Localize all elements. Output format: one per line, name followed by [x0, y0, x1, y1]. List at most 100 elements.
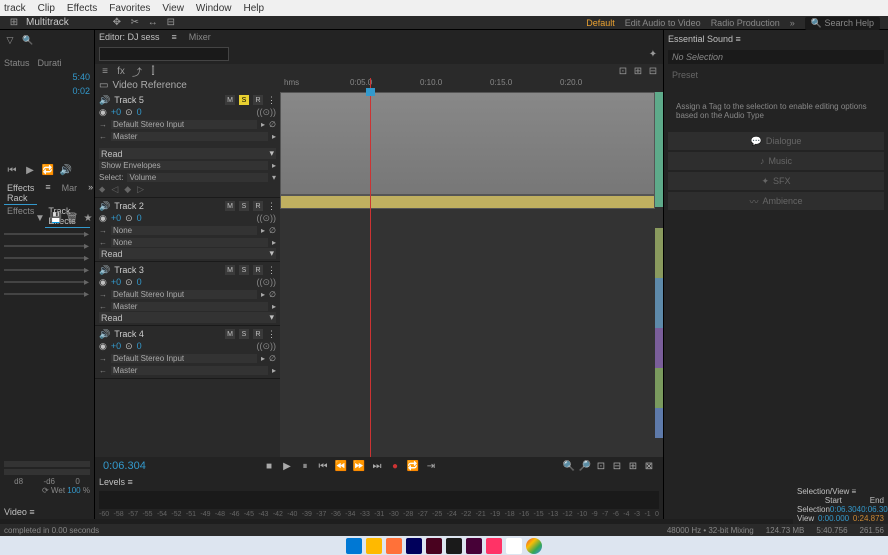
- time-tool-icon[interactable]: ⊟: [165, 17, 177, 29]
- track-color[interactable]: [655, 368, 663, 408]
- vol-knob-icon[interactable]: ◉: [99, 107, 107, 118]
- record-button[interactable]: R: [253, 201, 263, 211]
- pan-knob-icon[interactable]: ⊙: [125, 213, 133, 224]
- solo-button[interactable]: S: [239, 201, 249, 211]
- pause-button[interactable]: ⏸: [299, 460, 311, 472]
- play-icon[interactable]: ▶: [24, 164, 36, 176]
- record-button[interactable]: R: [253, 329, 263, 339]
- effect-slot[interactable]: [4, 281, 84, 283]
- vol-value[interactable]: +0: [111, 341, 121, 351]
- speaker-icon[interactable]: 🔊: [99, 265, 110, 276]
- ripple-icon[interactable]: ⊞: [632, 65, 644, 77]
- panel-title[interactable]: Essential Sound: [668, 34, 733, 44]
- speaker-icon[interactable]: 🔊: [99, 95, 110, 106]
- xd-icon[interactable]: [466, 538, 482, 554]
- track-menu-icon[interactable]: ⋮: [267, 265, 276, 276]
- fx-icon[interactable]: fx: [115, 65, 127, 77]
- pan-value[interactable]: 0: [137, 277, 142, 287]
- sfx-button[interactable]: ✦SFX: [668, 172, 884, 190]
- output-select[interactable]: Master: [111, 302, 268, 311]
- effect-slot[interactable]: [4, 233, 84, 235]
- input-select[interactable]: Default Stereo Input: [111, 120, 257, 129]
- playhead-handle[interactable]: [366, 88, 375, 96]
- effect-slot[interactable]: [4, 257, 84, 259]
- loop-icon[interactable]: 🔁: [42, 164, 54, 176]
- waveform-icon[interactable]: ⊞: [8, 17, 20, 29]
- menu-item[interactable]: Help: [244, 3, 265, 14]
- workspace-editav[interactable]: Edit Audio to Video: [625, 18, 701, 28]
- video-reference-track[interactable]: ▭ Video Reference: [95, 78, 280, 92]
- tab-menu-icon[interactable]: ≡: [45, 182, 50, 205]
- tab-menu-icon[interactable]: ≡: [172, 32, 177, 42]
- envelope-select[interactable]: Volume: [127, 173, 268, 182]
- solo-button[interactable]: S: [239, 329, 249, 339]
- workspace-default[interactable]: Default: [586, 18, 615, 28]
- wet-value[interactable]: 100: [67, 486, 80, 495]
- keyframe-icon[interactable]: ◆: [124, 184, 131, 195]
- zoom-fit-icon[interactable]: ⊡: [595, 460, 607, 472]
- track-name[interactable]: Track 2: [114, 201, 221, 211]
- skip-button[interactable]: ⇥: [425, 460, 437, 472]
- menu-item[interactable]: Clip: [38, 3, 55, 14]
- workspace-more[interactable]: »: [790, 18, 795, 28]
- start-button[interactable]: [346, 538, 362, 554]
- mute-button[interactable]: M: [225, 329, 235, 339]
- output-slider[interactable]: [4, 469, 90, 475]
- input-select[interactable]: None: [111, 226, 257, 235]
- solo-button[interactable]: S: [239, 265, 249, 275]
- track-header[interactable]: 🔊Track 3MSR⋮ ◉+0⊙0((⊙)) →Default Stereo …: [95, 262, 280, 326]
- effects-rack-tab[interactable]: Effects Rack: [4, 182, 37, 205]
- nudge-icon[interactable]: ✦: [647, 48, 659, 60]
- more-icon[interactable]: »: [88, 182, 93, 205]
- track-color[interactable]: [655, 408, 663, 438]
- track-menu-icon[interactable]: ⋮: [267, 201, 276, 212]
- speaker-icon[interactable]: 🔊: [99, 201, 110, 212]
- zoom-sel-icon[interactable]: ⊟: [611, 460, 623, 472]
- levels-tab[interactable]: Levels: [99, 477, 125, 487]
- vol-value[interactable]: +0: [111, 213, 121, 223]
- pan-knob-icon[interactable]: ⊙: [125, 107, 133, 118]
- pan-knob-icon[interactable]: ⊙: [125, 341, 133, 352]
- preset-icon[interactable]: ▼: [34, 212, 46, 224]
- editor-tab[interactable]: Editor: DJ sess: [99, 32, 160, 42]
- track-color[interactable]: [655, 92, 663, 207]
- automation-mode[interactable]: Read▾: [99, 148, 276, 159]
- pan-value[interactable]: 0: [137, 341, 142, 351]
- sel-end[interactable]: 0:06.304: [861, 505, 888, 514]
- sel-start[interactable]: 0:06.304: [830, 505, 861, 514]
- zoom-reset-icon[interactable]: ⊠: [643, 460, 655, 472]
- loop-button[interactable]: 🔁: [407, 460, 419, 472]
- audio-clip[interactable]: [280, 92, 655, 195]
- automation-mode[interactable]: Read▾: [99, 248, 276, 259]
- audition-icon[interactable]: [406, 538, 422, 554]
- goto-end-button[interactable]: ⏭: [371, 460, 383, 472]
- search-icon[interactable]: 🔍: [22, 34, 34, 46]
- view-end[interactable]: 0:24.873: [853, 514, 884, 523]
- pan-value[interactable]: 0: [137, 107, 142, 117]
- effect-slot[interactable]: [4, 245, 84, 247]
- mute-button[interactable]: M: [225, 95, 235, 105]
- play-button[interactable]: ▶: [281, 460, 293, 472]
- output-select[interactable]: Master: [111, 132, 268, 141]
- zoom-out-icon[interactable]: 🔎: [579, 460, 591, 472]
- track-color[interactable]: [655, 328, 663, 368]
- add-keyframe-icon[interactable]: ⬥: [99, 184, 105, 195]
- playhead[interactable]: [370, 78, 371, 457]
- menu-item[interactable]: track: [4, 3, 26, 14]
- app-icon[interactable]: [506, 538, 522, 554]
- track-color[interactable]: [655, 228, 663, 278]
- view-start[interactable]: 0:00.000: [818, 514, 849, 523]
- save-icon[interactable]: 💾: [50, 212, 62, 224]
- explorer-icon[interactable]: [366, 538, 382, 554]
- stop-button[interactable]: ■: [263, 460, 275, 472]
- vol-knob-icon[interactable]: ◉: [99, 277, 107, 288]
- prev-keyframe-icon[interactable]: ◁: [111, 184, 118, 195]
- menu-item[interactable]: Window: [196, 3, 232, 14]
- prev-icon[interactable]: ⏮: [6, 164, 18, 176]
- effect-slot[interactable]: [4, 293, 84, 295]
- col-duration[interactable]: Durati: [38, 58, 62, 68]
- envelopes-toggle[interactable]: Show Envelopes: [99, 161, 268, 170]
- track-color[interactable]: [655, 278, 663, 328]
- panel-title[interactable]: Selection/View: [797, 487, 849, 496]
- ambience-button[interactable]: 〰Ambience: [668, 192, 884, 210]
